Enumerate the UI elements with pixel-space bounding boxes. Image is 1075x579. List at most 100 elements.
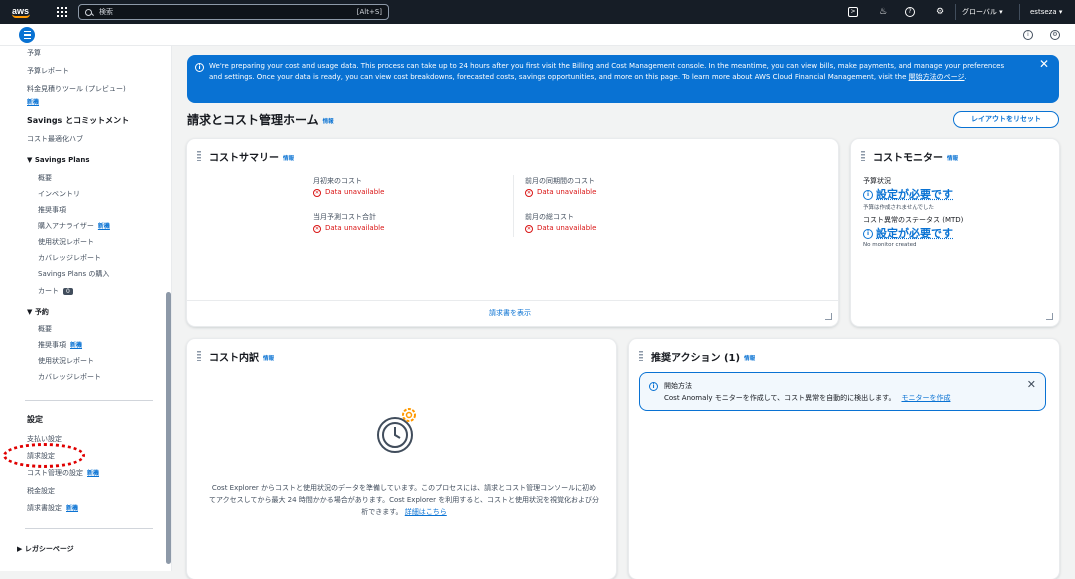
drag-handle-icon[interactable] [197, 351, 201, 361]
sidebar-group-reservations[interactable]: ▼ 予約 [27, 307, 49, 317]
page-title: 請求とコスト管理ホーム 情報 [187, 111, 334, 128]
card-title: コストモニター 情報 [873, 153, 959, 164]
account-menu[interactable]: estseza ▾ [1030, 6, 1062, 18]
close-icon[interactable]: ✕ [1027, 378, 1036, 391]
aws-logo[interactable]: aws [12, 5, 34, 18]
help-icon[interactable]: ? [905, 7, 915, 17]
drag-handle-icon[interactable] [197, 151, 201, 161]
budget-status-value[interactable]: i 設定が必要です [863, 186, 953, 202]
sidebar-section-savings: Savings とコミットメント [27, 116, 130, 125]
bell-icon[interactable]: ♨ [877, 6, 889, 18]
cost-breakdown-card: コスト内訳 情報 Cost Explorer からコストと使用状況のデータを準備し… [187, 339, 616, 579]
services-grid-icon[interactable] [57, 7, 67, 17]
annotation-highlight-circle [3, 443, 85, 468]
info-icon[interactable]: i [1023, 30, 1033, 40]
flash-message-end: . [964, 73, 967, 81]
error-icon: ✕ [525, 225, 533, 233]
card-title: コスト内訳 情報 [209, 353, 275, 364]
sidebar-group-savings-plans[interactable]: ▼ Savings Plans [27, 156, 90, 164]
sidebar-item-ri-overview[interactable]: 概要 [38, 324, 52, 334]
sidebar-item-sp-purchase[interactable]: Savings Plans の購入 [38, 269, 109, 279]
sidebar-item-sp-inventory[interactable]: インベントリ [38, 189, 80, 199]
forecast-cost-value: ✕ Data unavailable [313, 224, 385, 233]
sidebar-item-pricing-calculator[interactable]: 料金見積りツール (プレビュー) [27, 84, 126, 94]
menu-icon[interactable] [19, 27, 35, 43]
resize-handle-icon[interactable] [825, 313, 832, 320]
gear-icon[interactable]: ⚙ [934, 6, 946, 18]
search-shortcut: [Alt+S] [356, 8, 382, 16]
page-title-text: 請求とコスト管理ホーム [187, 113, 319, 127]
budget-status-label: 予算状況 [863, 177, 891, 185]
mtd-cost-value: ✕ Data unavailable [313, 188, 385, 197]
sidebar-item-sp-recommendations[interactable]: 推奨事項 [38, 205, 66, 215]
sidebar-item-ri-recommendations[interactable]: 推奨事項 新機 [38, 340, 82, 350]
getting-started-link[interactable]: 開始方法のページ [909, 73, 965, 81]
recommended-actions-card: 推奨アクション (1) 情報 i 開始方法 Cost Anomaly モニターを作… [629, 339, 1059, 579]
search-placeholder: 検索 [99, 8, 113, 16]
mtd-cost-label: 月初来のコスト [313, 177, 362, 185]
drag-handle-icon[interactable] [861, 151, 865, 161]
cost-summary-card: コストサマリー 情報 月初来のコスト ✕ Data unavailable 前月の同… [187, 139, 838, 326]
sidebar-item-cart[interactable]: カート 0 [38, 286, 73, 296]
alert-title: 開始方法 [664, 382, 692, 390]
forecast-cost-label: 当月予測コスト合計 [313, 213, 376, 221]
learn-more-link[interactable]: 詳細はこちら [405, 508, 447, 516]
info-link[interactable]: 情報 [283, 156, 294, 162]
error-icon: ✕ [525, 189, 533, 197]
top-navigation-bar: aws 検索 [Alt+S] > ♨ ? ⚙ グローバル ▾ estseza ▾ [0, 0, 1075, 24]
budget-status-sub: 予算は作成されませんでした [863, 205, 935, 211]
sidebar-item-sp-overview[interactable]: 概要 [38, 173, 52, 183]
info-link[interactable]: 情報 [323, 119, 334, 125]
aws-logo-text: aws [12, 5, 30, 16]
sidebar-item-ri-coverage[interactable]: カバレッジレポート [38, 372, 101, 382]
settings-icon[interactable]: ⚙ [1050, 30, 1060, 40]
info-icon: i [195, 63, 204, 72]
getting-started-alert: i 開始方法 Cost Anomaly モニターを作成して、コスト異常を自動的に… [639, 372, 1046, 411]
sidebar-item-tax-settings[interactable]: 税金設定 [27, 486, 55, 496]
sidebar-item-invoice-settings[interactable]: 請求書設定 新機 [27, 503, 78, 513]
region-selector[interactable]: グローバル ▾ [962, 6, 1003, 18]
sidebar-item-cost-optimization-hub[interactable]: コスト最適化ハブ [27, 134, 83, 144]
alert-body: Cost Anomaly モニターを作成して、コスト異常を自動的に検出します。モ… [664, 394, 951, 402]
reset-layout-button[interactable]: レイアウトをリセット [953, 111, 1059, 128]
sidebar-item-ri-utilization[interactable]: 使用状況レポート [38, 356, 94, 366]
anomaly-status-sub: No monitor created [863, 242, 917, 248]
info-link[interactable]: 情報 [947, 156, 958, 162]
sub-toolbar [0, 24, 1075, 46]
anomaly-status-value[interactable]: i 設定が必要です [863, 225, 953, 241]
sidebar-item-purchase-analyzer[interactable]: 購入アナライザー 新機 [38, 221, 110, 231]
sidebar-item-budget-reports[interactable]: 予算レポート [27, 66, 69, 76]
cost-monitor-card: コストモニター 情報 予算状況 i 設定が必要です 予算は作成されませんでした コス… [851, 139, 1059, 326]
sidebar-section-settings: 設定 [27, 415, 43, 424]
error-icon: ✕ [313, 225, 321, 233]
info-icon: i [649, 382, 658, 391]
sidebar-item-budgets[interactable]: 予算 [27, 48, 41, 58]
sidebar-new-badge: 新機 [27, 99, 40, 106]
resize-handle-icon[interactable] [1046, 313, 1053, 320]
anomaly-status-label: コスト異常のステータス (MTD) [863, 216, 964, 224]
sidebar-item-sp-coverage[interactable]: カバレッジレポート [38, 253, 101, 263]
sidebar-group-legacy-pages[interactable]: ▶ レガシーページ [17, 544, 74, 554]
sidebar-item-sp-utilization[interactable]: 使用状況レポート [38, 237, 94, 247]
search-icon [85, 8, 92, 16]
info-circle-icon: i [863, 190, 873, 200]
info-link[interactable]: 情報 [263, 356, 274, 362]
last-month-cost-value: ✕ Data unavailable [525, 224, 597, 233]
sidebar-scrollbar[interactable] [166, 292, 171, 564]
info-flash-banner: i We're preparing your cost and usage da… [187, 55, 1059, 103]
sidebar: 予算 予算レポート 料金見積りツール (プレビュー) 新機 Savings とコ… [0, 46, 172, 571]
last-month-cost-label: 前月の総コスト [525, 213, 574, 221]
cost-explorer-clock-icon [377, 408, 416, 453]
prev-period-cost-label: 前月の同期間のコスト [525, 177, 595, 185]
cloudshell-icon[interactable]: > [848, 7, 858, 17]
error-icon: ✕ [313, 189, 321, 197]
view-bills-link[interactable]: 請求書を表示 [489, 308, 531, 318]
sidebar-item-cost-management-preferences[interactable]: コスト管理の設定 新機 [27, 468, 99, 478]
card-title: 推奨アクション (1) 情報 [651, 353, 756, 364]
card-title: コストサマリー 情報 [209, 153, 295, 164]
drag-handle-icon[interactable] [639, 351, 643, 361]
close-icon[interactable]: ✕ [1039, 58, 1049, 70]
create-monitor-link[interactable]: モニターを作成 [901, 394, 950, 402]
info-link[interactable]: 情報 [744, 356, 755, 362]
search-input[interactable]: 検索 [Alt+S] [78, 4, 389, 20]
